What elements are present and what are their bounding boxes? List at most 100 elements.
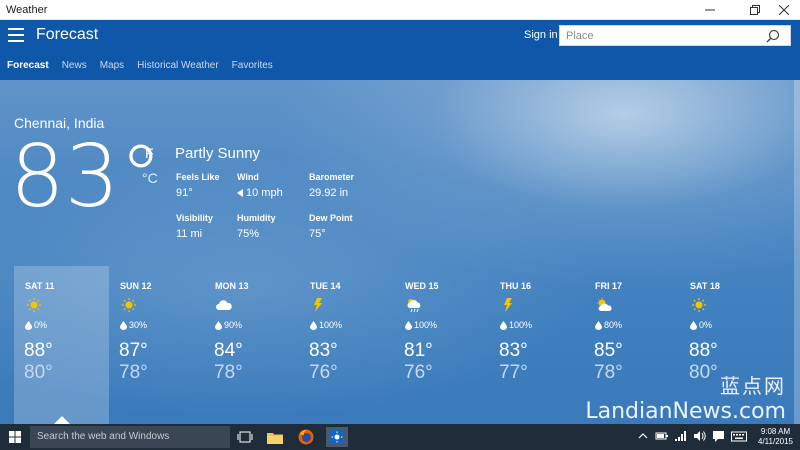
precip-value: 100% bbox=[414, 320, 438, 330]
forecast-day-card[interactable]: SAT 11 0% 88° 80° bbox=[14, 266, 109, 424]
weather-main: Chennai, India 83° F °C Partly Sunny Fee… bbox=[0, 80, 800, 424]
signal-icon[interactable] bbox=[674, 430, 688, 442]
selected-day-indicator bbox=[54, 416, 70, 424]
raindrop-icon bbox=[405, 320, 412, 330]
taskbar-clock[interactable]: 9:08 AM 4/11/2015 bbox=[758, 427, 793, 447]
partly-cloudy-icon bbox=[597, 298, 612, 311]
current-temperature: 83° bbox=[10, 127, 163, 227]
wind-direction-icon bbox=[237, 189, 243, 197]
taskbar-search-box[interactable]: Search the web and Windows bbox=[30, 426, 230, 448]
app-header: Forecast Sign in Forecast News Maps Hist… bbox=[0, 20, 800, 80]
forecast-day-name: WED 15 bbox=[405, 281, 439, 291]
tab-historical-weather[interactable]: Historical Weather bbox=[137, 58, 219, 74]
weather-app-button[interactable] bbox=[326, 427, 348, 447]
close-button[interactable] bbox=[766, 0, 800, 20]
forecast-high: 83° bbox=[309, 340, 338, 361]
precip-chance: 100% bbox=[310, 320, 342, 330]
tab-news[interactable]: News bbox=[62, 58, 87, 74]
raindrop-icon bbox=[25, 320, 32, 330]
detail-value: 75% bbox=[237, 228, 260, 240]
watermark-en: LandianNews.com bbox=[585, 399, 786, 424]
notifications-icon[interactable] bbox=[712, 430, 726, 442]
tab-maps[interactable]: Maps bbox=[100, 58, 124, 74]
page-title: Forecast bbox=[36, 26, 99, 43]
precip-value: 100% bbox=[509, 320, 533, 330]
detail-value: 75° bbox=[309, 228, 326, 240]
detail-label: Dew Point bbox=[309, 213, 353, 223]
forecast-low: 80° bbox=[24, 362, 53, 383]
unit-fahrenheit-toggle[interactable]: F bbox=[145, 145, 154, 161]
forecast-high: 84° bbox=[214, 340, 243, 361]
forecast-day-card[interactable]: THU 16 100% 83° 77° bbox=[489, 266, 584, 424]
forecast-low: 76° bbox=[309, 362, 338, 383]
raindrop-icon bbox=[690, 320, 697, 330]
restore-icon bbox=[750, 5, 760, 15]
detail-value: 91° bbox=[176, 187, 193, 199]
raindrop-icon bbox=[120, 320, 127, 330]
unit-celsius-toggle[interactable]: °C bbox=[142, 170, 158, 186]
system-tray bbox=[636, 430, 752, 442]
precip-value: 100% bbox=[319, 320, 343, 330]
raindrop-icon bbox=[595, 320, 602, 330]
firefox-button[interactable] bbox=[295, 427, 317, 447]
taskbar-search-placeholder: Search the web and Windows bbox=[37, 431, 170, 442]
precip-value: 80% bbox=[604, 320, 623, 330]
forecast-low: 76° bbox=[404, 362, 433, 383]
forecast-day-card[interactable]: SUN 12 30% 87° 78° bbox=[109, 266, 204, 424]
cloud-icon bbox=[216, 300, 232, 310]
forecast-high: 83° bbox=[499, 340, 528, 361]
battery-icon[interactable] bbox=[655, 430, 669, 442]
tab-favorites[interactable]: Favorites bbox=[232, 58, 273, 74]
detail-value: 29.92 in bbox=[309, 187, 349, 199]
watermark-cn: 蓝点网 bbox=[720, 376, 786, 398]
forecast-day-card[interactable]: TUE 14 100% 83° 76° bbox=[299, 266, 394, 424]
detail-label: Feels Like bbox=[176, 172, 220, 182]
forecast-day-name: SAT 18 bbox=[690, 281, 720, 291]
search-input[interactable] bbox=[560, 26, 760, 46]
forecast-low: 78° bbox=[214, 362, 243, 383]
detail-value-wrap: 10 mph bbox=[237, 187, 283, 199]
raindrop-icon bbox=[500, 320, 507, 330]
precip-value: 0% bbox=[34, 320, 48, 330]
clock-date: 4/11/2015 bbox=[758, 437, 793, 446]
tab-forecast[interactable]: Forecast bbox=[7, 58, 49, 74]
search-box[interactable] bbox=[559, 25, 791, 46]
forecast-day-name: MON 13 bbox=[215, 281, 249, 291]
forecast-day-name: SAT 11 bbox=[25, 281, 55, 291]
hamburger-menu-icon[interactable] bbox=[8, 28, 24, 42]
forecast-high: 81° bbox=[404, 340, 433, 361]
start-button[interactable] bbox=[0, 424, 30, 450]
firefox-icon bbox=[298, 429, 314, 445]
detail-label: Humidity bbox=[237, 213, 276, 223]
title-bar: Weather bbox=[0, 0, 800, 20]
minimize-button[interactable] bbox=[692, 0, 728, 20]
task-view-button[interactable] bbox=[234, 427, 256, 447]
detail-feels-like: Feels Like 91° bbox=[176, 172, 220, 199]
thunder-icon bbox=[504, 298, 512, 312]
forecast-day-name: FRI 17 bbox=[595, 281, 623, 291]
raindrop-icon bbox=[310, 320, 317, 330]
thunder-icon bbox=[314, 298, 322, 312]
precip-value: 0% bbox=[699, 320, 713, 330]
file-explorer-button[interactable] bbox=[264, 427, 286, 447]
search-icon[interactable] bbox=[766, 29, 780, 43]
forecast-day-card[interactable]: MON 13 90% 84° 78° bbox=[204, 266, 299, 424]
detail-value: 10 mph bbox=[246, 187, 283, 199]
chevron-up-icon[interactable] bbox=[636, 430, 650, 442]
forecast-day-card[interactable]: WED 15 100% 81° 76° bbox=[394, 266, 489, 424]
precip-value: 90% bbox=[224, 320, 243, 330]
sign-in-link[interactable]: Sign in bbox=[524, 29, 558, 41]
sun-icon bbox=[692, 298, 706, 312]
forecast-high: 87° bbox=[119, 340, 148, 361]
volume-icon[interactable] bbox=[693, 430, 707, 442]
detail-humidity: Humidity 75% bbox=[237, 213, 276, 240]
forecast-low: 77° bbox=[499, 362, 528, 383]
precip-chance: 0% bbox=[690, 320, 712, 330]
keyboard-icon[interactable] bbox=[731, 430, 747, 442]
scrollbar[interactable] bbox=[794, 80, 800, 424]
weather-app-icon bbox=[330, 430, 344, 444]
current-condition: Partly Sunny bbox=[175, 145, 261, 162]
forecast-high: 88° bbox=[24, 340, 53, 361]
sun-icon bbox=[27, 298, 41, 312]
detail-barometer: Barometer 29.92 in bbox=[309, 172, 354, 199]
